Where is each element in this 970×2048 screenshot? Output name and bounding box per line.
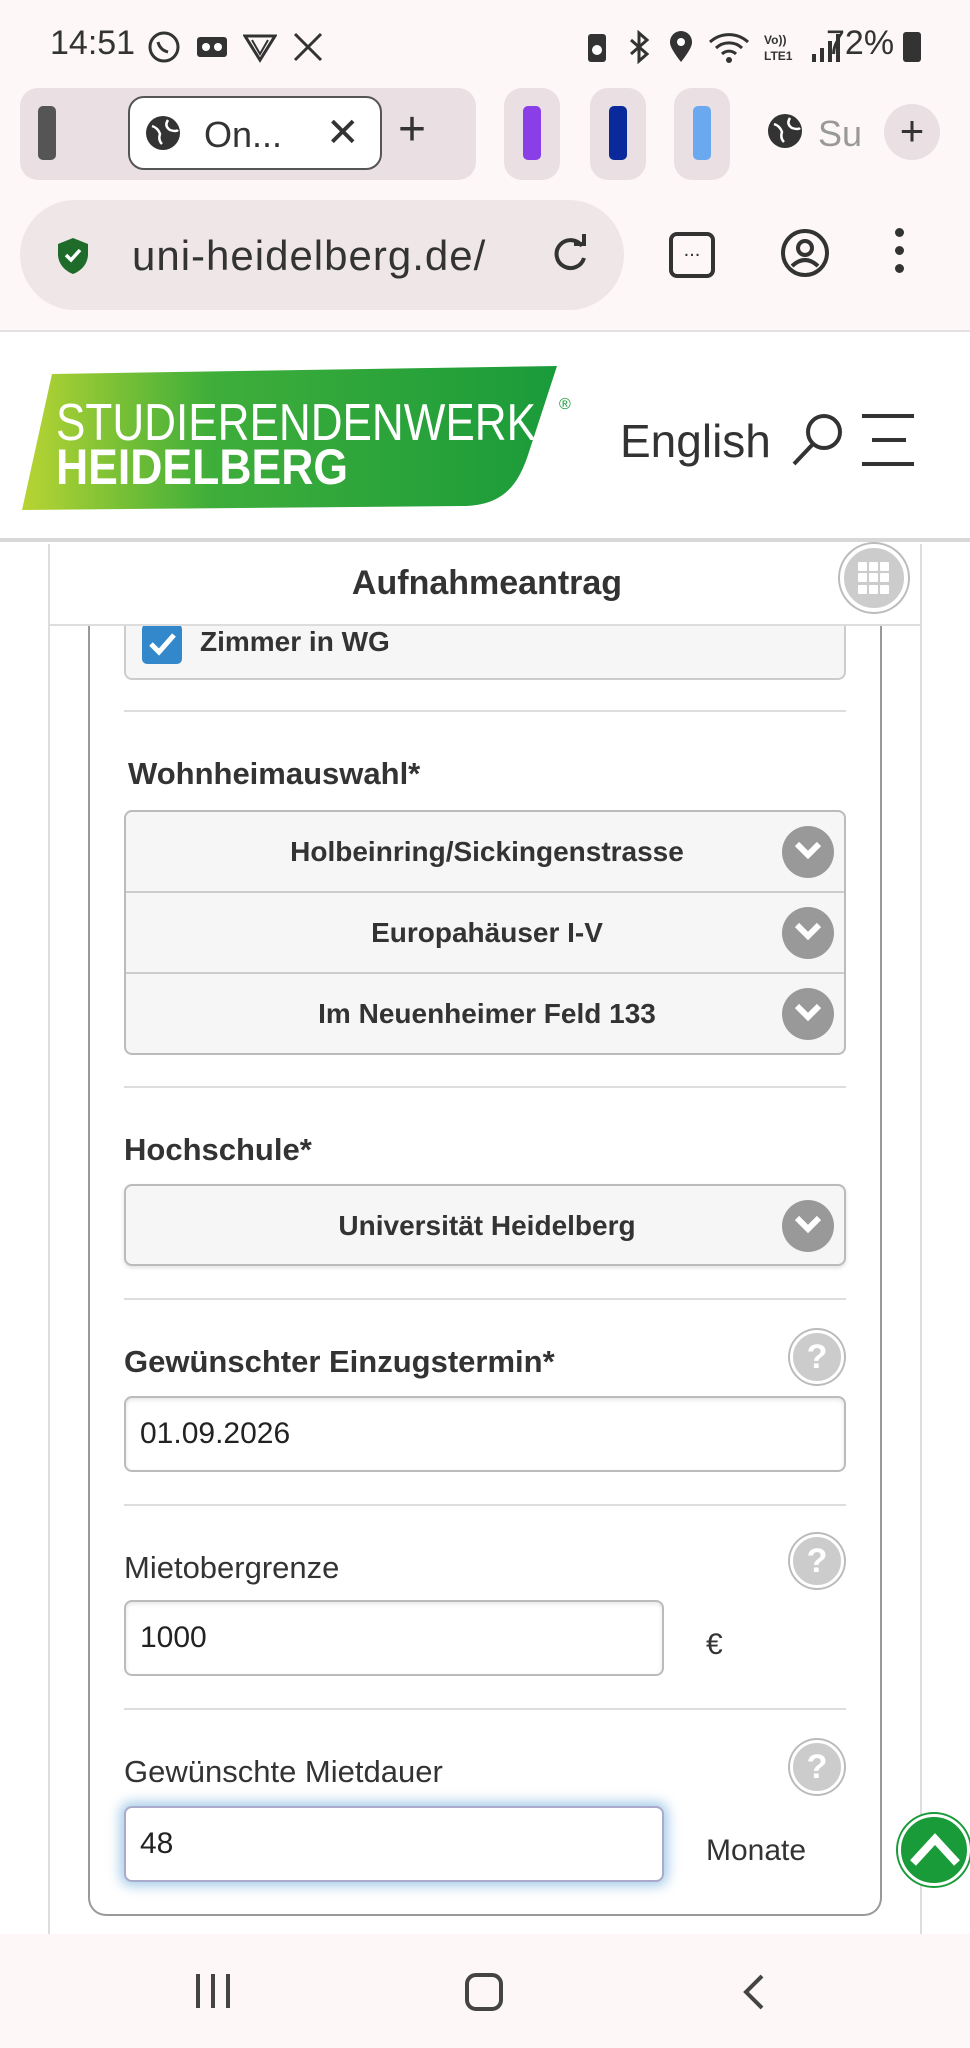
rent-limit-label: Mietobergrenze [124,1550,340,1585]
url-text[interactable]: uni-heidelberg.de/ [132,232,522,280]
active-tab[interactable]: On... ✕ [128,96,382,170]
dorm-select-1[interactable]: Holbeinring/Sickingenstrasse [126,812,844,893]
divider [124,1298,846,1300]
rent-duration-unit: Monate [706,1834,807,1867]
missed-call-icon [291,30,325,64]
dorm-selection-group: Holbeinring/Sickingenstrasse Europahäuse… [124,810,846,1055]
bluetooth-icon [624,29,654,65]
globe-icon [766,112,804,155]
rent-limit-input[interactable] [124,1600,664,1676]
site-header: STUDIERENDENWERK HEIDELBERG ® English [0,332,970,542]
chevron-down-icon [782,988,834,1040]
back-icon[interactable] [740,1972,768,2017]
new-tab-button[interactable]: + [884,104,940,160]
divider [124,1708,846,1710]
help-icon: ? [806,1748,828,1786]
chevron-down-icon [782,826,834,878]
rent-duration-help-button[interactable]: ? [790,1740,844,1794]
tab-group-1: On... ✕ + [20,88,476,180]
tab-group-2[interactable] [504,88,560,180]
home-icon[interactable] [464,1972,504,2017]
checkmark-icon [149,633,176,656]
rent-limit-help-button[interactable]: ? [790,1534,844,1588]
recent-apps-icon[interactable] [194,1972,234,2015]
help-icon: ? [806,1542,828,1580]
help-icon: ? [806,1338,828,1376]
battery-saver-icon [582,30,612,64]
overflow-menu-icon[interactable] [895,228,904,282]
move-in-date-input[interactable] [124,1396,846,1472]
hamburger-menu-icon[interactable] [862,414,914,486]
svg-text:LTE1: LTE1 [764,49,793,63]
divider [124,1504,846,1506]
scroll-to-top-button[interactable] [898,1814,970,1886]
university-select-value: Universität Heidelberg [338,1210,636,1241]
dorm-select-1-value: Holbeinring/Sickingenstrasse [290,836,684,867]
grid-menu-button[interactable] [840,544,908,612]
status-time: 14:51 [50,24,136,62]
rent-duration-input[interactable] [124,1806,664,1882]
battery-percentage: 72% [826,24,895,62]
status-system-icons: Vo)) LTE1 [582,29,846,65]
logo-line-2: HEIDELBERG [56,439,348,495]
registered-mark: ® [559,396,571,413]
chevron-down-icon [782,907,834,959]
vpn-icon [242,30,278,64]
svg-text:Vo)): Vo)) [764,33,786,47]
voicemail-icon [195,30,229,64]
close-tab-icon[interactable]: ✕ [326,110,360,156]
form-title: Aufnahmeantrag [351,564,623,602]
chevron-up-icon [910,1833,960,1866]
move-in-help-button[interactable]: ? [790,1330,844,1384]
rent-limit-unit: € [706,1628,723,1661]
room-type-checkbox-row[interactable]: Zimmer in WG [124,624,846,680]
dorm-select-2-value: Europahäuser I-V [371,917,603,948]
address-bar-row: uni-heidelberg.de/ ... [0,198,970,332]
move-in-date-label: Gewünschter Einzugstermin* [124,1344,555,1379]
university-select[interactable]: Universität Heidelberg [124,1184,846,1266]
grid-icon [858,562,890,594]
system-navigation-bar [0,1934,970,2048]
chevron-down-icon [782,1200,834,1252]
tab-group-color-indicator [693,106,711,160]
new-tab-in-group-button[interactable]: + [398,106,426,154]
globe-icon [144,114,182,157]
tab-switcher-button[interactable]: ... [669,232,715,278]
room-type-label: Zimmer in WG [200,626,390,657]
tab-group-4[interactable] [674,88,730,180]
form-title-bar: Aufnahmeantrag [48,544,922,626]
dorm-select-2[interactable]: Europahäuser I-V [126,893,844,974]
tab-strip: On... ✕ + Su + [0,88,970,198]
status-bar: 14:51 Vo)) LTE1 72% [0,0,970,88]
url-bar[interactable]: uni-heidelberg.de/ [20,200,624,310]
search-icon[interactable] [788,410,846,473]
location-icon [666,30,696,64]
account-icon[interactable] [780,228,830,283]
tab-group-3[interactable] [590,88,646,180]
status-notification-icons [147,30,325,64]
tab-group-color-indicator [609,106,627,160]
language-switch-link[interactable]: English [620,414,771,468]
dorm-selection-label: Wohnheimauswahl* [128,756,421,791]
inactive-tab[interactable]: Su [766,112,862,155]
university-label: Hochschule* [124,1132,312,1167]
reload-icon[interactable] [548,232,592,281]
studierendenwerk-logo[interactable]: STUDIERENDENWERK HEIDELBERG ® [22,366,571,510]
tab-group-color-indicator [523,106,541,160]
tab-group-color-indicator[interactable] [38,106,56,160]
viber-icon [147,30,181,64]
divider [124,710,846,712]
active-tab-title: On... [204,114,283,155]
dorm-select-3-value: Im Neuenheimer Feld 133 [318,998,656,1029]
volte-icon: Vo)) LTE1 [762,30,798,64]
wifi-icon [708,30,750,64]
battery-icon [903,32,921,62]
inactive-tab-title: Su [818,112,863,154]
room-type-checkbox[interactable] [142,624,182,664]
divider [124,1086,846,1088]
rent-duration-label: Gewünschte Mietdauer [124,1754,443,1789]
secure-shield-icon[interactable] [56,236,90,281]
dorm-select-3[interactable]: Im Neuenheimer Feld 133 [126,974,844,1053]
